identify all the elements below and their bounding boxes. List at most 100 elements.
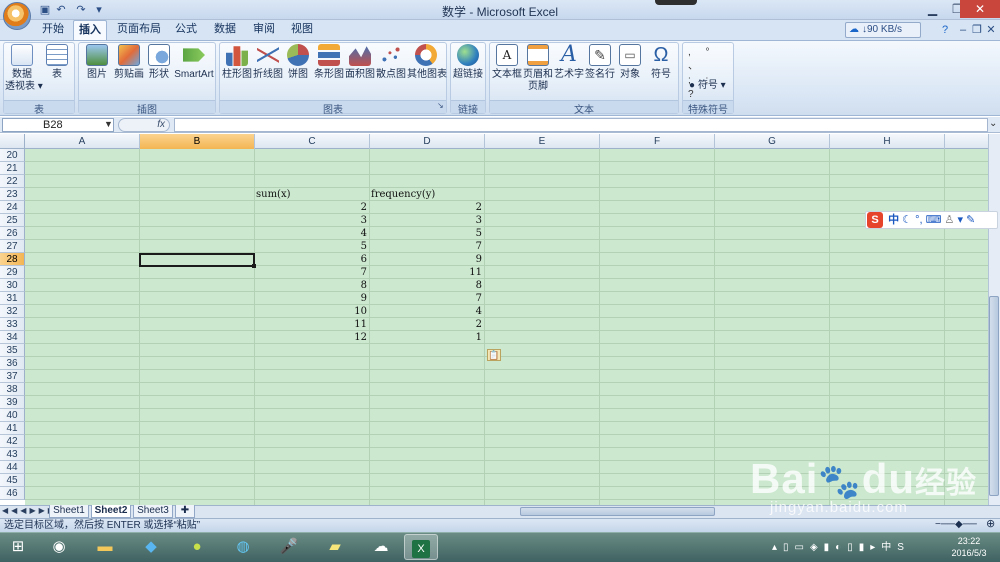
row-header-25[interactable]: 25 [0, 214, 25, 227]
network-speed-widget[interactable]: ☁ ↓90 KB/s [845, 22, 921, 38]
ime-toolbar[interactable]: S 中 ☾ °, ⌨ ♙ ▾ ✎ [865, 211, 998, 229]
insert-sheet-icon[interactable]: ✚ [175, 505, 195, 518]
tab-review[interactable]: 审阅 [246, 20, 282, 40]
row-header-26[interactable]: 26 [0, 227, 25, 240]
moon-icon[interactable]: ☾ [902, 214, 912, 226]
taskbar-app-notes[interactable]: ▰ [318, 534, 352, 560]
text-box-button[interactable]: A 文本框 [490, 44, 524, 81]
formula-input[interactable] [174, 118, 988, 132]
column-header-f[interactable]: F [600, 134, 715, 149]
cell-sum-x[interactable]: 7 [255, 266, 367, 279]
row-header-27[interactable]: 27 [0, 240, 25, 253]
object-button[interactable]: ▭ 对象 [614, 44, 646, 81]
row-header-42[interactable]: 42 [0, 435, 25, 448]
row-header-24[interactable]: 24 [0, 201, 25, 214]
shapes-button[interactable]: 形状 [142, 44, 176, 81]
row-header-29[interactable]: 29 [0, 266, 25, 279]
name-box[interactable]: B28 [2, 118, 114, 132]
pivot-table-button[interactable]: 数据 透视表 ▾ [5, 44, 43, 93]
taskbar-app-360[interactable]: ● [180, 534, 214, 560]
row-header-28[interactable]: 28 [0, 253, 25, 266]
taskbar-app-ie[interactable]: ◍ [226, 534, 260, 560]
table-button[interactable]: 表 [40, 44, 74, 81]
row-header-44[interactable]: 44 [0, 461, 25, 474]
cell-frequency-y[interactable]: 3 [370, 214, 482, 227]
taskbar-app-baidu-cloud[interactable]: ☁ [364, 534, 398, 560]
tab-data[interactable]: 数据 [207, 20, 243, 40]
column-header-g[interactable]: G [715, 134, 830, 149]
row-header-32[interactable]: 32 [0, 305, 25, 318]
tab-home[interactable]: 开始 [34, 20, 72, 40]
help-icon[interactable]: ? [938, 23, 952, 37]
taskbar-app-qq-browser[interactable]: ◆ [134, 534, 168, 560]
row-header-45[interactable]: 45 [0, 474, 25, 487]
punctuation-icon[interactable]: °, [915, 214, 922, 226]
cell-sum-x[interactable]: 3 [255, 214, 367, 227]
row-header-30[interactable]: 30 [0, 279, 25, 292]
workbook-close-icon[interactable]: ✕ [984, 23, 998, 37]
person-icon[interactable]: ♙ [945, 214, 955, 226]
cell-sum-x[interactable]: 4 [255, 227, 367, 240]
cell-sum-x[interactable]: 9 [255, 292, 367, 305]
row-header-34[interactable]: 34 [0, 331, 25, 344]
row-header-43[interactable]: 43 [0, 448, 25, 461]
workbook-restore-icon[interactable]: ❐ [970, 23, 984, 37]
shirt-icon[interactable]: ▾ [957, 214, 963, 226]
column-header-e[interactable]: E [485, 134, 600, 149]
sheet-tab-sheet3[interactable]: Sheet3 [133, 505, 173, 518]
row-header-36[interactable]: 36 [0, 357, 25, 370]
signature-line-button[interactable]: ✎ 签名行 [584, 44, 616, 81]
wordart-button[interactable]: A 艺术字 [553, 44, 585, 81]
taskbar-app-excel[interactable]: X [404, 534, 438, 560]
cell-sum-x[interactable]: 10 [255, 305, 367, 318]
pie-chart-button[interactable]: 饼图 [283, 44, 313, 81]
cell-frequency-y[interactable]: 2 [370, 318, 482, 331]
insert-function-button[interactable]: fx [118, 118, 170, 132]
drag-handle[interactable] [655, 0, 697, 5]
row-header-38[interactable]: 38 [0, 383, 25, 396]
clip-art-button[interactable]: 剪贴画 [112, 44, 146, 81]
row-header-21[interactable]: 21 [0, 162, 25, 175]
taskbar-app-file-explorer[interactable]: ▬ [88, 534, 122, 560]
tab-insert[interactable]: 插入 [73, 20, 107, 40]
hyperlink-button[interactable]: 超链接 [451, 44, 485, 81]
ribbon-minimize-icon[interactable]: – [956, 23, 970, 37]
row-header-23[interactable]: 23 [0, 188, 25, 201]
column-header-a[interactable]: A [25, 134, 140, 149]
cell-frequency-y[interactable]: 7 [370, 292, 482, 305]
expand-formula-bar-icon[interactable]: ⌄ [989, 118, 997, 129]
cell-sum-x[interactable]: 5 [255, 240, 367, 253]
row-header-22[interactable]: 22 [0, 175, 25, 188]
row-header-46[interactable]: 46 [0, 487, 25, 500]
taskbar-app-recorder[interactable]: 🎤 [272, 534, 306, 560]
column-header-c[interactable]: C [255, 134, 370, 149]
tab-page-layout[interactable]: 页面布局 [110, 20, 168, 40]
other-charts-button[interactable]: 其他图表 [407, 44, 447, 81]
cell-frequency-y[interactable]: 9 [370, 253, 482, 266]
cell-frequency-y[interactable]: 1 [370, 331, 482, 344]
row-header-40[interactable]: 40 [0, 409, 25, 422]
cell-frequency-y[interactable]: 5 [370, 227, 482, 240]
area-chart-button[interactable]: 面积图 [344, 44, 376, 81]
row-header-37[interactable]: 37 [0, 370, 25, 383]
cell-sum-x[interactable]: 8 [255, 279, 367, 292]
tab-view[interactable]: 视图 [284, 20, 320, 40]
special-symbol-menu-button[interactable]: ● 符号 ▾ [689, 76, 726, 91]
cell-frequency-y[interactable]: 7 [370, 240, 482, 253]
row-header-20[interactable]: 20 [0, 149, 25, 162]
office-button[interactable] [3, 2, 31, 30]
cell-sum-x[interactable]: 12 [255, 331, 367, 344]
column-header-b[interactable]: B [140, 134, 255, 149]
bar-chart-button[interactable]: 条形图 [313, 44, 345, 81]
row-header-41[interactable]: 41 [0, 422, 25, 435]
select-all-corner[interactable] [0, 134, 25, 149]
header-sum-x[interactable]: sum(x) [256, 188, 291, 201]
active-cell-b28[interactable] [139, 253, 255, 267]
column-chart-button[interactable]: 柱形图 [221, 44, 253, 81]
cell-frequency-y[interactable]: 4 [370, 305, 482, 318]
symbol-button[interactable]: Ω 符号 [645, 44, 677, 81]
cell-frequency-y[interactable]: 11 [370, 266, 482, 279]
header-frequency-y[interactable]: frequency(y) [371, 188, 435, 201]
system-tray-icons[interactable]: ▴▯▭◈▮◐▯▮▸中S [772, 538, 922, 553]
tab-formulas[interactable]: 公式 [168, 20, 204, 40]
